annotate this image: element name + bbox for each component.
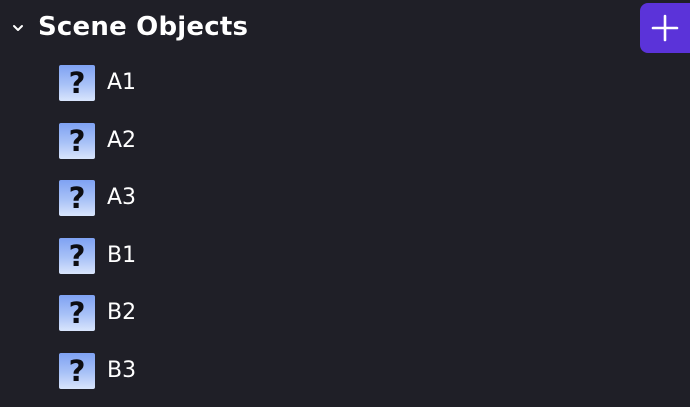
panel-header[interactable]: Scene Objects xyxy=(0,0,690,56)
plus-icon xyxy=(651,14,679,42)
unknown-object-icon: ? xyxy=(59,237,95,274)
list-item[interactable]: ? B1 xyxy=(0,227,690,285)
unknown-object-icon: ? xyxy=(59,295,95,331)
object-list: ? A1 ? A2 ? A3 ? B1 ? B2 ? B3 xyxy=(0,54,690,399)
add-object-button[interactable] xyxy=(640,3,690,53)
list-item[interactable]: ? A3 xyxy=(0,169,690,227)
object-label: B3 xyxy=(107,357,137,383)
object-label: B1 xyxy=(107,242,137,268)
object-label: A1 xyxy=(107,70,137,95)
unknown-object-icon: ? xyxy=(59,122,95,159)
scene-objects-panel: Scene Objects ? A1 ? A2 ? A3 ? B1 ? B2 ?… xyxy=(0,0,690,407)
chevron-down-icon[interactable] xyxy=(10,20,26,36)
object-label: A3 xyxy=(107,185,137,210)
object-label: B2 xyxy=(107,300,137,325)
unknown-object-icon: ? xyxy=(59,180,95,216)
list-item[interactable]: ? B3 xyxy=(0,342,690,400)
list-item[interactable]: ? A2 xyxy=(0,112,690,170)
list-item[interactable]: ? B2 xyxy=(0,284,690,342)
panel-title: Scene Objects xyxy=(38,12,249,42)
list-item[interactable]: ? A1 xyxy=(0,54,690,112)
object-label: A2 xyxy=(107,127,137,153)
unknown-object-icon: ? xyxy=(59,65,95,101)
unknown-object-icon: ? xyxy=(59,352,95,389)
